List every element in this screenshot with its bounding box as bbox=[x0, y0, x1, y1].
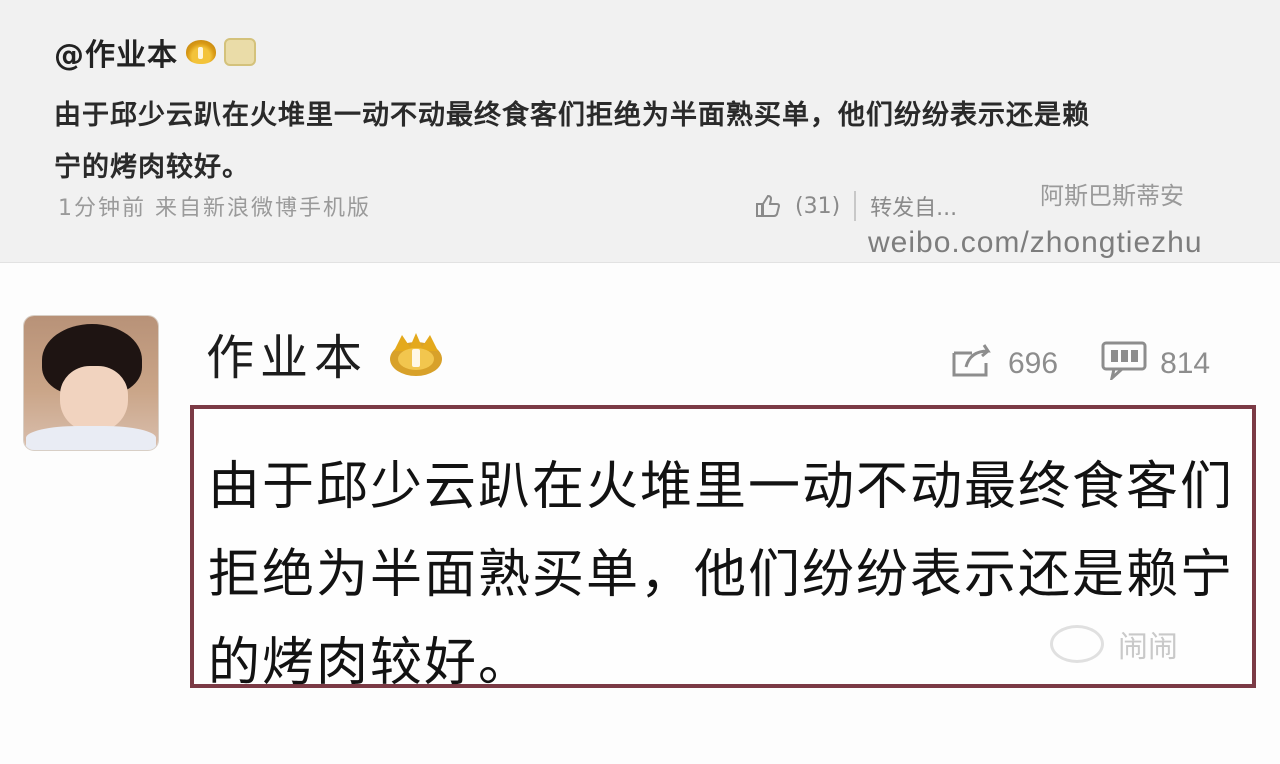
watermark-text: 闹闹 bbox=[1118, 630, 1178, 665]
like-count[interactable]: (31) bbox=[795, 194, 840, 219]
post-username[interactable]: 作业本 bbox=[206, 318, 368, 388]
quoted-post-source[interactable]: 阿斯巴斯蒂安 bbox=[1040, 176, 1184, 211]
quoted-post-text-line: 宁的烤肉较好。 bbox=[54, 152, 250, 183]
repost-count[interactable]: 696 bbox=[1008, 347, 1058, 381]
quoted-post-meta: 1分钟前 来自新浪微博手机版 bbox=[58, 196, 371, 221]
watermark: 闹闹 bbox=[1050, 622, 1178, 666]
crown-icon bbox=[186, 40, 216, 64]
avatar[interactable] bbox=[24, 316, 158, 450]
quoted-post-username[interactable]: @作业本 bbox=[54, 30, 178, 74]
watermark-url: weibo.com/zhongtiezhu bbox=[868, 226, 1203, 259]
forward-link[interactable]: 转发自... bbox=[870, 190, 957, 222]
comment-count[interactable]: 814 bbox=[1160, 347, 1210, 381]
quoted-post-actions: (31) 转发自... bbox=[755, 190, 957, 222]
quoted-post-card: @作业本 由于邱少云趴在火堆里一动不动最终食客们拒绝为半面熟买单，他们纷纷表示还… bbox=[0, 0, 1280, 263]
post-header: 作业本 bbox=[206, 318, 444, 388]
quoted-post-text: 由于邱少云趴在火堆里一动不动最终食客们拒绝为半面熟买单，他们纷纷表示还是赖 宁的… bbox=[54, 90, 1204, 194]
crown-icon bbox=[388, 329, 444, 377]
like-icon[interactable] bbox=[755, 194, 781, 218]
vip-badge-icon bbox=[224, 38, 256, 66]
watermark-logo-icon bbox=[1050, 625, 1104, 663]
comment-icon[interactable] bbox=[1100, 340, 1148, 388]
repost-icon[interactable] bbox=[950, 341, 996, 387]
quoted-post-text-line: 由于邱少云趴在火堆里一动不动最终食客们拒绝为半面熟买单，他们纷纷表示还是赖 bbox=[54, 100, 1090, 131]
quoted-post-header: @作业本 bbox=[54, 30, 256, 74]
post-actions: 696 814 bbox=[950, 340, 1210, 388]
post-content-text: 由于邱少云趴在火堆里一动不动最终食客们拒绝为半面熟买单，他们纷纷表示还是赖宁的烤… bbox=[208, 457, 1235, 693]
action-divider bbox=[854, 191, 857, 221]
